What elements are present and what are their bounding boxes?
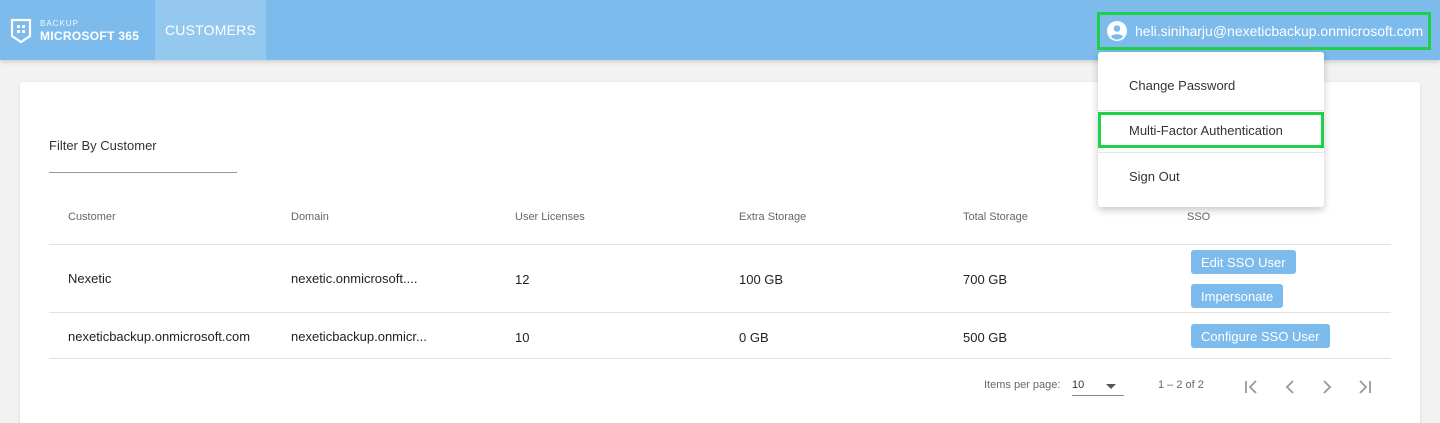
next-page-icon[interactable] [1316, 376, 1338, 398]
nav-tab-customers[interactable]: CUSTOMERS [155, 0, 266, 60]
account-circle-icon [1107, 21, 1127, 41]
filter-input-underline[interactable] [49, 172, 237, 173]
column-header-total-storage[interactable]: Total Storage [963, 211, 1028, 223]
column-header-extra-storage[interactable]: Extra Storage [739, 211, 806, 223]
items-per-page-select[interactable]: 10 [1072, 377, 1124, 396]
column-header-domain[interactable]: Domain [291, 211, 329, 223]
dropdown-caret-icon [1106, 384, 1116, 389]
logo-small-text: BACKUP [40, 19, 79, 28]
user-dropdown-menu: Change Password Multi-Factor Authenticat… [1098, 52, 1324, 207]
logo-big-text: MICROSOFT 365 [40, 29, 140, 43]
table-divider [49, 244, 1391, 245]
table-cell-total-storage: 700 GB [963, 272, 1008, 287]
table-cell-extra-storage: 0 GB [739, 330, 769, 345]
user-menu-button[interactable]: heli.siniharju@nexeticbackup.onmicrosoft… [1097, 12, 1431, 50]
page-range-label: 1 – 2 of 2 [1158, 379, 1204, 391]
last-page-icon[interactable] [1354, 376, 1376, 398]
column-header-sso: SSO [1187, 211, 1211, 223]
logo-icon [10, 18, 32, 44]
menu-item-multi-factor-authentication[interactable]: Multi-Factor Authentication [1098, 112, 1324, 148]
table-cell-customer: nexeticbackup.onmicrosoft.com [68, 329, 251, 344]
menu-item-sign-out[interactable]: Sign Out [1098, 158, 1324, 194]
table-cell-domain: nexeticbackup.onmicr... [291, 329, 427, 344]
table-cell-extra-storage: 100 GB [739, 272, 784, 287]
top-bar: BACKUP MICROSOFT 365 CUSTOMERS heli.sini… [0, 0, 1440, 60]
edit-sso-user-button[interactable]: Edit SSO User [1191, 250, 1296, 274]
menu-divider [1098, 152, 1324, 153]
table-cell-licenses: 10 [515, 330, 530, 345]
user-email: heli.siniharju@nexeticbackup.onmicrosoft… [1135, 23, 1424, 39]
configure-sso-user-button[interactable]: Configure SSO User [1191, 324, 1330, 348]
menu-divider [1098, 110, 1324, 111]
column-header-user-licenses[interactable]: User Licenses [515, 211, 585, 223]
table-divider [49, 312, 1391, 313]
items-per-page-label: Items per page: [984, 379, 1061, 391]
table-cell-total-storage: 500 GB [963, 330, 1008, 345]
table-divider [49, 358, 1391, 359]
column-header-customer[interactable]: Customer [68, 211, 116, 223]
prev-page-icon[interactable] [1279, 376, 1301, 398]
table-cell-customer: Nexetic [68, 271, 112, 286]
filter-by-customer-label[interactable]: Filter By Customer [49, 138, 157, 153]
table-cell-licenses: 12 [515, 272, 530, 287]
table-cell-domain: nexetic.onmicrosoft.... [291, 271, 418, 286]
first-page-icon[interactable] [1241, 376, 1263, 398]
menu-item-change-password[interactable]: Change Password [1098, 67, 1324, 103]
items-per-page-value: 10 [1072, 379, 1085, 391]
app-logo[interactable]: BACKUP MICROSOFT 365 [10, 16, 139, 46]
impersonate-button[interactable]: Impersonate [1191, 284, 1284, 308]
